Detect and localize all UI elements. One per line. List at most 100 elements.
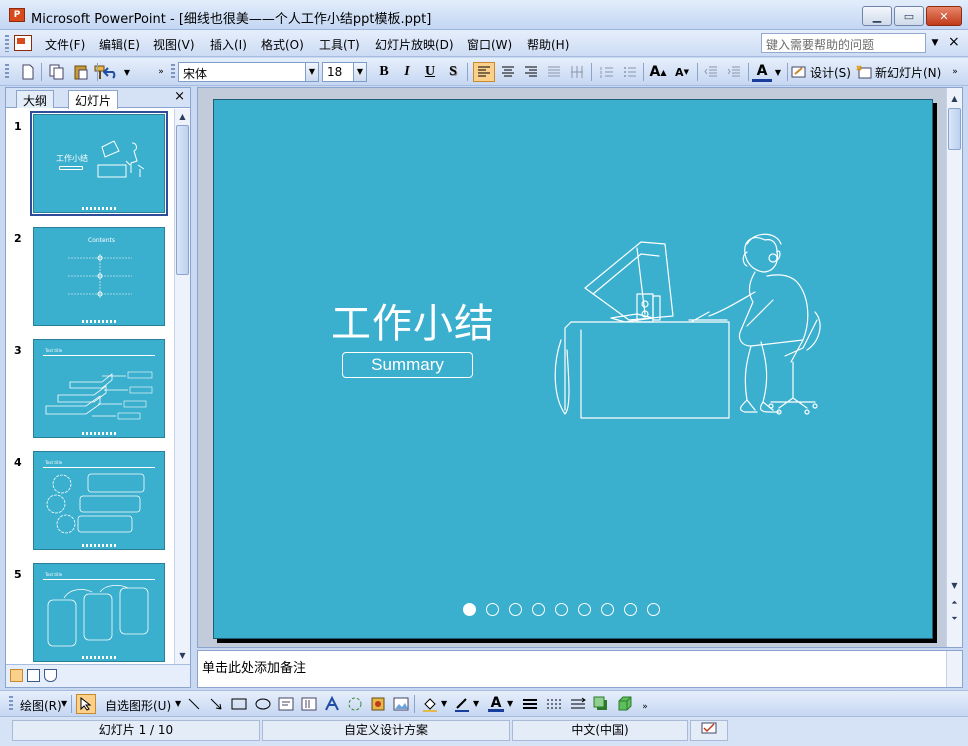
slide-thumbnail-4[interactable]: Text title [33,451,165,550]
diagram-icon[interactable] [347,696,363,712]
new-document-icon[interactable] [17,62,39,82]
align-left-button[interactable] [473,62,495,82]
slide-sorter-view-icon[interactable] [27,669,40,682]
font-color-icon[interactable]: A [752,62,772,82]
undo-dropdown-icon[interactable]: ▼ [121,62,133,82]
draw-menu-button[interactable]: 绘图(R) [20,697,62,714]
align-center-button[interactable] [497,62,519,82]
fill-color-icon[interactable] [422,696,438,712]
thumbnail-scrollbar[interactable]: ▲ ▼ [174,109,190,664]
design-button[interactable]: 设计(S) [791,62,851,82]
distributed-button[interactable] [566,62,588,82]
bullets-button[interactable] [619,62,641,82]
close-button[interactable]: ✕ [926,6,962,26]
menu-insert[interactable]: 插入(I) [210,36,247,53]
justify-button[interactable] [543,62,565,82]
slideshow-view-icon[interactable] [44,669,57,682]
document-icon[interactable] [14,35,32,51]
slide-thumbnail-5[interactable]: Text title [33,563,165,662]
line-color-icon[interactable] [454,696,470,712]
font-name-combo[interactable]: 宋体 [178,62,306,82]
menu-edit[interactable]: 编辑(E) [99,36,140,53]
arrow-style-icon[interactable] [570,696,586,712]
tab-outline[interactable]: 大纲 [16,90,55,108]
vertical-text-box-icon[interactable] [301,696,317,712]
draw-menu-dropdown-icon[interactable]: ▼ [61,699,67,708]
copy-icon[interactable] [46,62,68,82]
slide-thumbnail-2[interactable]: Contents [33,227,165,326]
line-style-icon[interactable] [522,696,538,712]
undo-icon[interactable] [101,62,121,82]
draw-font-color-dropdown-icon[interactable]: ▼ [507,699,513,708]
minimize-button[interactable]: ▁ [862,6,892,26]
menu-view[interactable]: 视图(V) [153,36,195,53]
menu-tools[interactable]: 工具(T) [319,36,360,53]
toolbar-grip[interactable] [9,696,13,712]
scroll-down-icon[interactable]: ▼ [175,649,190,663]
font-size-dropdown-icon[interactable]: ▼ [353,62,367,82]
help-dropdown-icon[interactable]: ▼ [928,35,942,51]
align-right-button[interactable] [520,62,542,82]
powerpoint-app-icon[interactable]: P [9,8,25,22]
font-size-combo[interactable]: 18 [322,62,354,82]
increase-indent-icon[interactable] [723,62,745,82]
notes-placeholder[interactable]: 单击此处添加备注 [202,657,306,676]
doc-close-icon[interactable]: × [948,34,960,50]
italic-button[interactable]: I [397,62,417,82]
help-search-input[interactable]: 键入需要帮助的问题 [761,33,926,53]
shadow-button[interactable]: S [443,62,463,82]
arrow-icon[interactable] [208,696,224,712]
scroll-up-icon[interactable]: ▲ [175,110,190,124]
scroll-down-icon[interactable]: ▼ [947,579,962,593]
bold-button[interactable]: B [374,62,394,82]
notes-scrollbar[interactable] [946,651,962,687]
menu-window[interactable]: 窗口(W) [467,36,512,53]
slide-subtitle-box[interactable]: Summary [342,352,473,378]
scrollbar-thumb[interactable] [948,108,961,150]
select-objects-icon[interactable] [76,694,96,714]
paste-icon[interactable] [70,62,92,82]
spelling-check-icon[interactable] [690,720,728,741]
slide-title[interactable]: 工作小结 [331,291,495,349]
tab-slides[interactable]: 幻灯片 [68,90,119,109]
pane-close-icon[interactable]: × [174,89,185,104]
wordart-icon[interactable] [324,696,340,712]
toolbar-grip[interactable] [171,64,175,80]
font-color-dropdown-icon[interactable]: ▼ [772,62,784,82]
scrollbar-thumb[interactable] [176,125,189,275]
current-slide[interactable]: 工作小结 Summary [213,99,933,639]
slide-thumbnail-3[interactable]: Text title [33,339,165,438]
dash-style-icon[interactable] [546,696,562,712]
normal-view-icon[interactable] [10,669,23,682]
3d-style-icon[interactable] [617,696,633,712]
slide-thumbnail-1[interactable]: 工作小结 [30,111,168,216]
previous-slide-icon[interactable]: ⏶ [947,596,962,610]
toolbar-overflow-icon[interactable]: » [950,62,960,82]
insert-picture-icon[interactable] [393,696,409,712]
text-box-icon[interactable] [278,696,294,712]
line-color-dropdown-icon[interactable]: ▼ [473,699,479,708]
autoshapes-dropdown-icon[interactable]: ▼ [175,699,181,708]
decrease-indent-icon[interactable] [700,62,722,82]
next-slide-icon[interactable]: ⏷ [947,612,962,626]
rectangle-icon[interactable] [231,696,247,712]
shadow-style-icon[interactable] [593,696,609,712]
toolbar-overflow-icon[interactable]: » [640,697,650,717]
clip-art-icon[interactable] [370,696,386,712]
underline-button[interactable]: U [420,62,440,82]
toolbar-grip[interactable] [5,64,9,80]
increase-font-size-icon[interactable]: A ▲ [647,62,669,82]
notes-pane[interactable]: 单击此处添加备注 [197,650,963,688]
fill-color-dropdown-icon[interactable]: ▼ [441,699,447,708]
oval-icon[interactable] [255,696,271,712]
decrease-font-size-icon[interactable]: A ▼ [671,62,693,82]
menu-format[interactable]: 格式(O) [261,36,304,53]
maximize-button[interactable]: ▭ [894,6,924,26]
numbering-button[interactable] [596,62,618,82]
font-name-dropdown-icon[interactable]: ▼ [305,62,319,82]
new-slide-button[interactable]: 新幻灯片(N) [856,62,944,82]
menu-slideshow[interactable]: 幻灯片放映(D) [375,36,454,53]
menubar-grip[interactable] [5,35,9,52]
menu-help[interactable]: 帮助(H) [527,36,569,53]
toolbar-overflow-icon[interactable]: » [156,62,166,82]
